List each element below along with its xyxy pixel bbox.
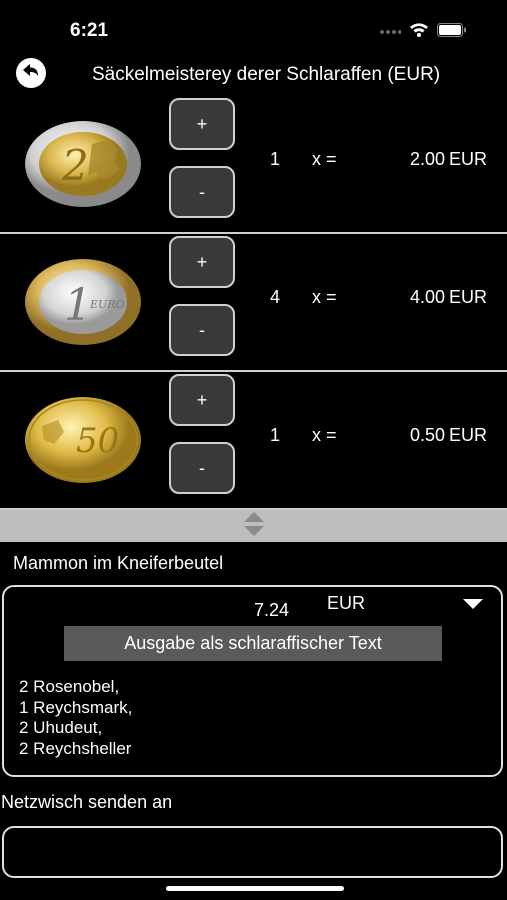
back-button[interactable] — [16, 58, 46, 88]
result-text-list: 2 Rosenobel, 1 Reychsmark, 2 Uhudeut, 2 … — [19, 677, 132, 759]
result-line: 2 Uhudeut, — [19, 718, 103, 737]
increment-2-euro-button[interactable]: + — [169, 98, 235, 150]
svg-text:2: 2 — [61, 141, 89, 190]
battery-icon — [437, 22, 467, 42]
coin-currency: EUR — [449, 425, 488, 445]
increment-50-cent-button[interactable]: + — [169, 374, 235, 426]
home-indicator[interactable] — [166, 886, 344, 891]
one-euro-coin-icon: 1 EURO — [24, 258, 142, 351]
times-label: x = — [312, 149, 337, 169]
result-section-label: Mammon im Kneiferbeutel — [13, 553, 224, 573]
recipient-input[interactable] — [2, 826, 503, 878]
back-arrow-icon — [22, 63, 40, 84]
total-value: 7.24 — [254, 600, 290, 620]
two-euro-coin-icon: 2 — [24, 120, 142, 213]
coin-list: 2 + - 1 x = 2.00 EUR 1 EURO + - 4 x = 4.… — [0, 96, 507, 511]
result-line: 2 Rosenobel, — [19, 677, 120, 696]
coin-quantity: 1 — [270, 425, 281, 445]
dropdown-triangle-icon[interactable] — [463, 597, 483, 615]
coin-row-2-euro: 2 + - 1 x = 2.00 EUR — [0, 96, 507, 234]
svg-text:50: 50 — [76, 421, 119, 461]
decrement-50-cent-button[interactable]: - — [169, 442, 235, 494]
svg-text:1: 1 — [64, 280, 92, 331]
signal-icon — [379, 23, 402, 41]
increment-1-euro-button[interactable]: + — [169, 236, 235, 288]
send-to-label: Netzwisch senden an — [1, 792, 173, 812]
page-title: Säckelmeisterey derer Schlaraffen (EUR) — [92, 64, 441, 85]
coin-amount: 2.00 — [409, 149, 445, 169]
currency-select-value[interactable]: EUR — [327, 593, 365, 614]
coin-quantity: 1 — [270, 149, 281, 169]
coin-currency: EUR — [449, 287, 488, 307]
wifi-icon — [409, 22, 429, 42]
coin-row-50-cent: 50 + - 1 x = 0.50 EUR — [0, 372, 507, 511]
split-divider-handle[interactable] — [0, 510, 507, 542]
drag-handle-icon — [243, 511, 265, 542]
coin-amount: 4.00 — [409, 287, 445, 307]
times-label: x = — [312, 425, 337, 445]
times-label: x = — [312, 287, 337, 307]
output-as-text-button[interactable]: Ausgabe als schlaraffischer Text — [64, 626, 442, 661]
status-icons — [379, 22, 467, 42]
fifty-cent-coin-icon: 50 — [24, 396, 142, 489]
decrement-2-euro-button[interactable]: - — [169, 166, 235, 218]
coin-amount: 0.50 — [409, 425, 445, 445]
svg-text:EURO: EURO — [89, 298, 125, 311]
result-line: 1 Reychsmark, — [19, 697, 133, 717]
decrement-1-euro-button[interactable]: - — [169, 304, 235, 356]
result-line: 2 Reychsheller — [19, 738, 132, 758]
status-time: 6:21 — [70, 20, 109, 41]
coin-row-1-euro: 1 EURO + - 4 x = 4.00 EUR — [0, 234, 507, 372]
coin-quantity: 4 — [270, 287, 281, 307]
coin-currency: EUR — [449, 149, 488, 169]
